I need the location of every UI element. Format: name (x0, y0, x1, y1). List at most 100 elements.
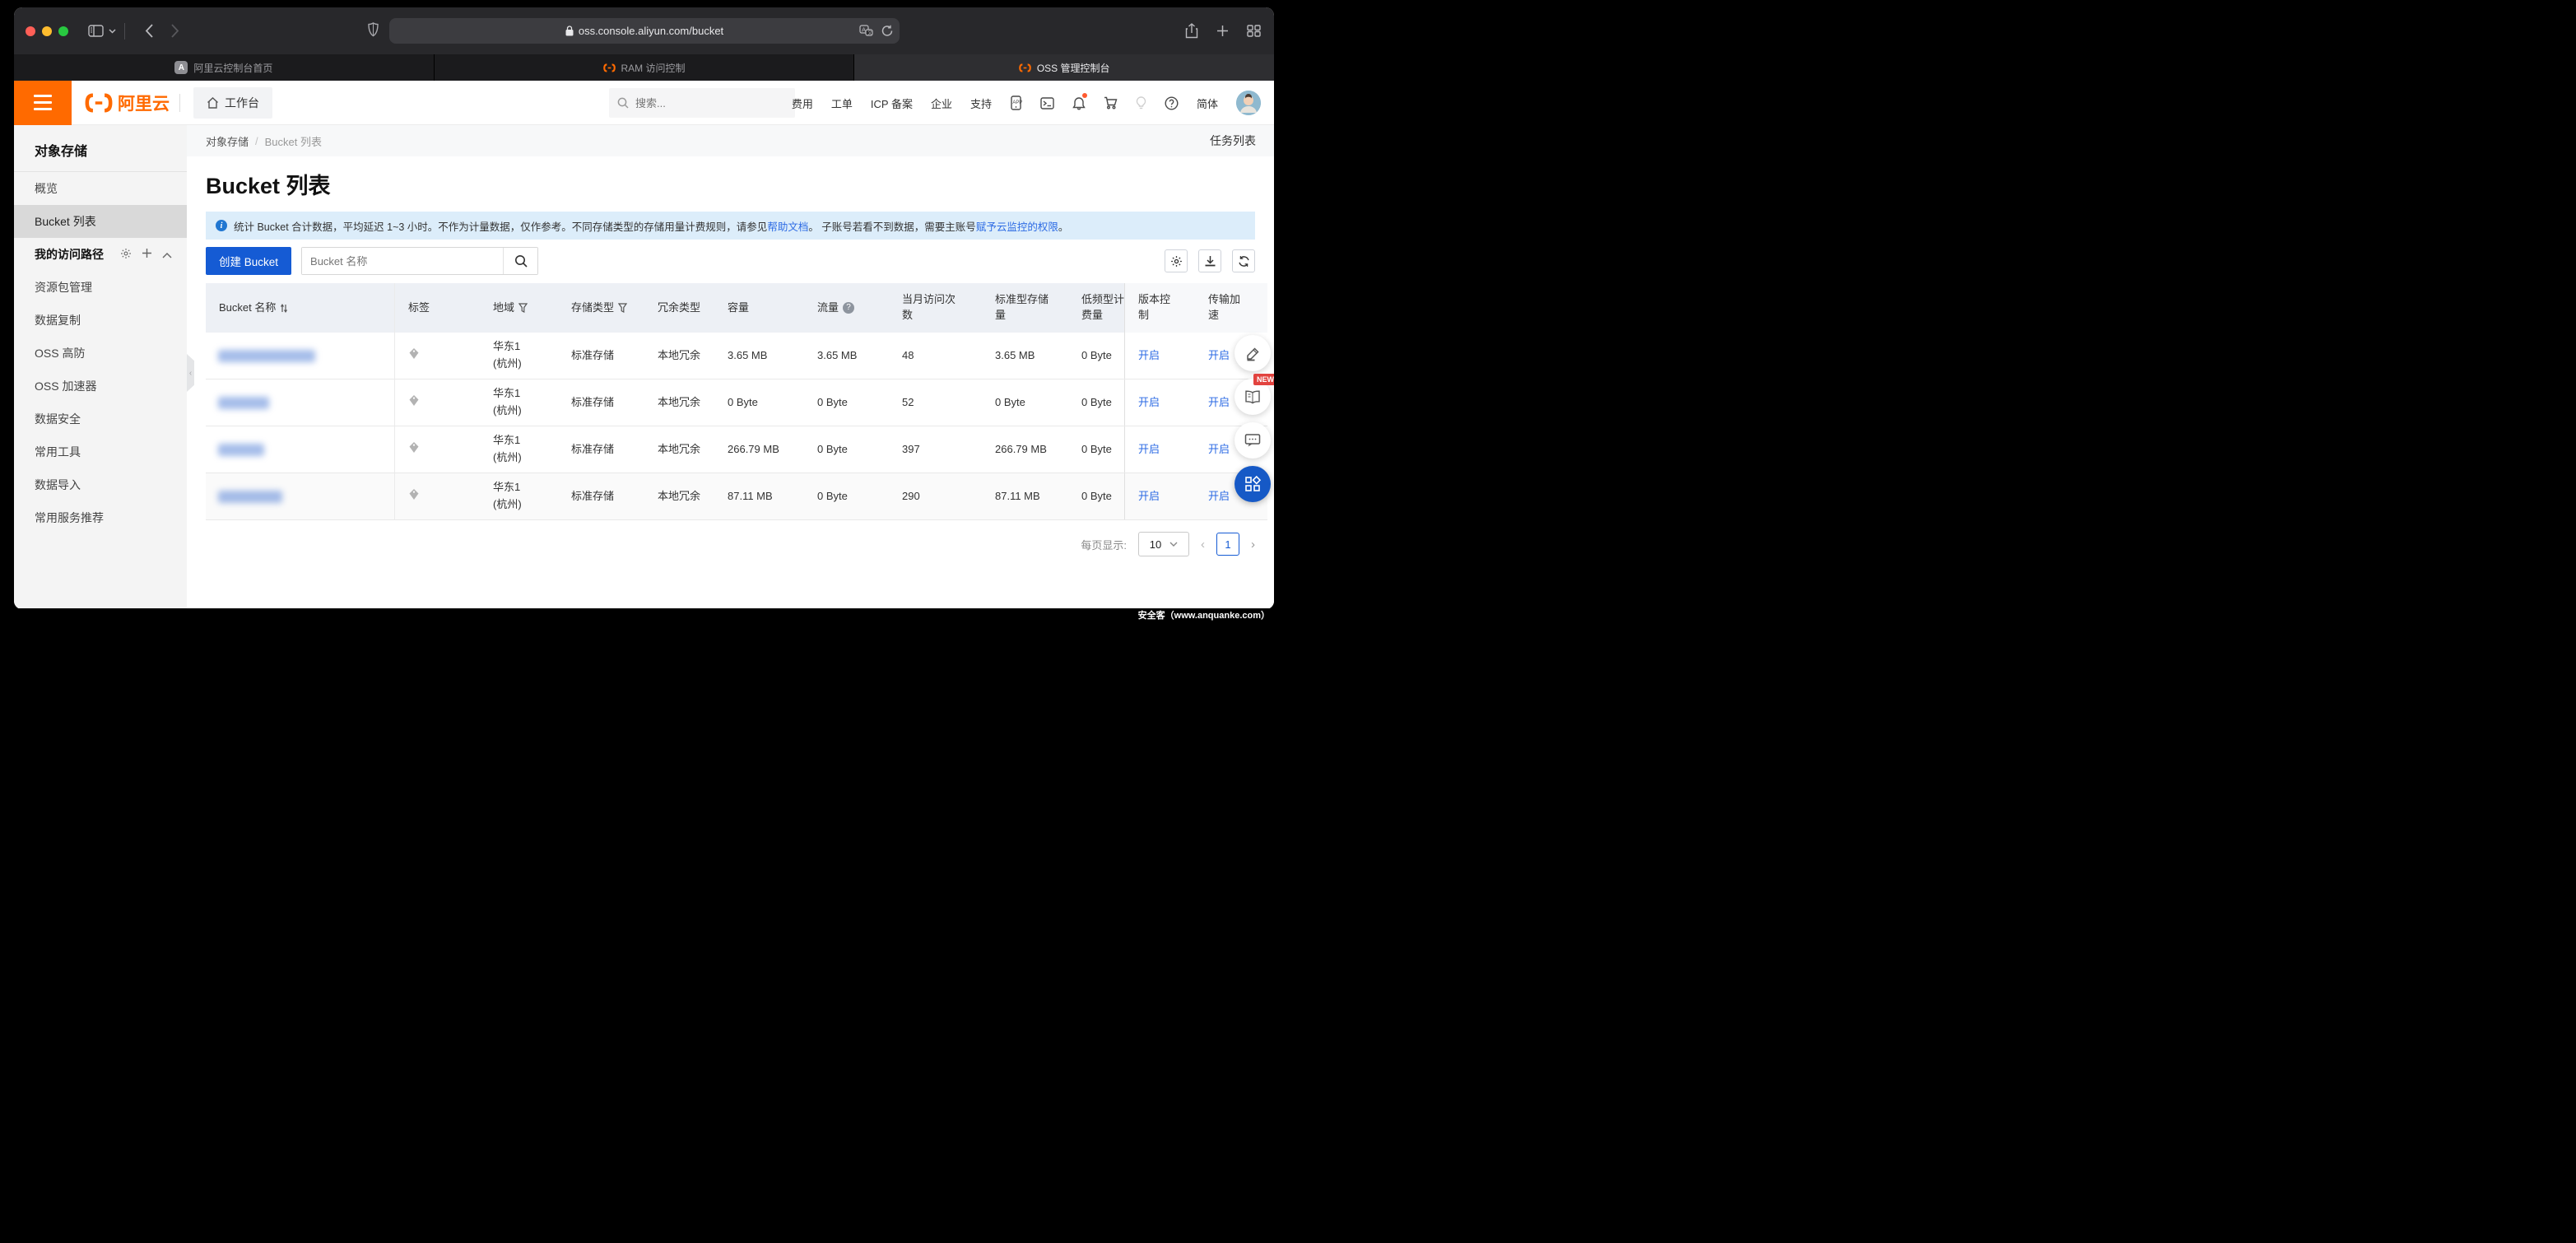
bucket-search-button[interactable] (503, 248, 538, 274)
gear-icon[interactable] (120, 248, 132, 262)
feedback-edit-button[interactable] (1235, 335, 1271, 371)
current-page-button[interactable]: 1 (1216, 533, 1239, 556)
nav-support[interactable]: 支持 (970, 95, 992, 111)
reload-icon[interactable] (881, 25, 893, 37)
avatar[interactable] (1236, 91, 1261, 115)
address-bar[interactable]: oss.console.aliyun.com/bucket A文 (389, 18, 900, 44)
bucket-table: Bucket 名称 标签 地域 存储类型 冗余类型 容量 流量 ? 当月访问次数… (206, 283, 1267, 520)
sidebar-toggle-icon[interactable] (88, 25, 104, 37)
filter-icon[interactable] (518, 303, 528, 313)
minimize-window-button[interactable] (42, 26, 52, 36)
sidebar-item-oss-accelerator[interactable]: OSS 加速器 (14, 370, 187, 403)
sidebar-item-replication[interactable]: 数据复制 (14, 304, 187, 337)
prev-page-button[interactable]: ‹ (1201, 538, 1205, 552)
tab-oss-console[interactable]: OSS 管理控制台 (854, 54, 1274, 81)
chevron-up-icon[interactable] (162, 248, 172, 261)
tag-icon[interactable] (408, 441, 420, 459)
col-transfer-accel: 传输加速 (1195, 283, 1267, 333)
zoom-window-button[interactable] (58, 26, 68, 36)
col-storage-type[interactable]: 存储类型 (558, 283, 644, 333)
docs-button[interactable]: NEW (1235, 374, 1274, 415)
filter-icon[interactable] (618, 303, 628, 313)
apps-widget-button[interactable] (1235, 466, 1271, 502)
help-icon[interactable] (1165, 95, 1179, 110)
column-settings-button[interactable] (1165, 249, 1188, 272)
new-tab-icon[interactable] (1216, 25, 1229, 37)
tag-icon[interactable] (408, 347, 420, 365)
cart-icon[interactable] (1104, 96, 1118, 109)
table-row: 华东1 (杭州) 标准存储 本地冗余 3.65 MB 3.65 MB 48 3.6… (206, 333, 1267, 379)
help-doc-link[interactable]: 帮助文档 (767, 221, 808, 233)
tab-console-home[interactable]: A 阿里云控制台首页 (14, 54, 435, 81)
bucket-name-link[interactable] (218, 349, 315, 362)
share-icon[interactable] (1185, 23, 1198, 39)
sidebar-item-overview[interactable]: 概览 (14, 172, 187, 205)
col-region[interactable]: 地域 (480, 283, 558, 333)
transfer-accel-link[interactable]: 开启 (1208, 441, 1230, 458)
version-control-link[interactable]: 开启 (1138, 394, 1160, 411)
app-header: 阿里云 工作台 费用 工单 ICP 备案 企业 支持 APP (14, 80, 1274, 125)
nav-billing[interactable]: 费用 (792, 95, 813, 111)
sidebar-item-data-security[interactable]: 数据安全 (14, 403, 187, 435)
refresh-button[interactable] (1232, 249, 1255, 272)
sidebar-item-recommend[interactable]: 常用服务推荐 (14, 501, 187, 534)
export-button[interactable] (1198, 249, 1221, 272)
sidebar-item-resource-pkg[interactable]: 资源包管理 (14, 271, 187, 304)
bucket-search-input[interactable] (302, 248, 504, 274)
version-control-link[interactable]: 开启 (1138, 441, 1160, 458)
tab-label: 阿里云控制台首页 (193, 62, 273, 74)
nav-icp[interactable]: ICP 备案 (871, 95, 913, 111)
create-bucket-button[interactable]: 创建 Bucket (206, 247, 292, 275)
hamburger-menu-button[interactable] (14, 80, 72, 125)
sidebar-chevron-icon[interactable] (109, 28, 116, 34)
global-search-input[interactable] (635, 96, 775, 109)
sidebar-item-oss-antiddos[interactable]: OSS 高防 (14, 337, 187, 370)
language-toggle[interactable]: 简体 (1197, 95, 1218, 111)
bucket-name-link[interactable] (218, 443, 264, 456)
traffic-help-icon[interactable]: ? (843, 302, 855, 314)
forward-button[interactable] (171, 24, 179, 38)
col-bucket-name[interactable]: Bucket 名称 (206, 283, 395, 333)
gear-icon (1170, 255, 1182, 267)
nav-enterprise[interactable]: 企业 (931, 95, 952, 111)
download-icon (1205, 255, 1215, 266)
tag-icon[interactable] (408, 488, 420, 505)
grant-permission-link[interactable]: 赋予云监控的权限 (976, 221, 1058, 233)
sort-icon[interactable] (280, 303, 288, 314)
tab-overview-icon[interactable] (1247, 25, 1261, 37)
transfer-accel-link[interactable]: 开启 (1208, 347, 1230, 364)
cloudshell-icon[interactable] (1040, 96, 1054, 109)
transfer-accel-link[interactable]: 开启 (1208, 394, 1230, 411)
version-control-link[interactable]: 开启 (1138, 347, 1160, 364)
col-standard-storage: 标准型存储量 (995, 293, 1049, 321)
banner-text: 。 子账号若看不到数据，需要主账号 (808, 221, 976, 233)
app-download-icon[interactable]: APP (1010, 95, 1022, 110)
per-page-select[interactable]: 10 (1138, 532, 1189, 556)
next-page-button[interactable]: › (1251, 538, 1255, 552)
lightbulb-icon[interactable] (1136, 95, 1146, 110)
version-control-link[interactable]: 开启 (1138, 488, 1160, 505)
translate-icon[interactable]: A文 (859, 25, 873, 37)
bucket-name-link[interactable] (218, 396, 269, 409)
global-search[interactable] (609, 88, 795, 118)
tab-ram[interactable]: RAM 访问控制 (435, 54, 855, 81)
sidebar-item-common-tools[interactable]: 常用工具 (14, 435, 187, 468)
privacy-shield-icon[interactable] (368, 22, 379, 41)
chat-support-button[interactable] (1235, 422, 1271, 459)
close-window-button[interactable] (26, 26, 35, 36)
plus-icon[interactable] (142, 248, 152, 261)
notifications-bell-icon[interactable] (1072, 92, 1087, 110)
task-list-link[interactable]: 任务列表 (1210, 133, 1256, 149)
aliyun-brand[interactable]: 阿里云 (85, 91, 170, 115)
sidebar-item-data-import[interactable]: 数据导入 (14, 468, 187, 501)
transfer-accel-link[interactable]: 开启 (1208, 488, 1230, 505)
tag-icon[interactable] (408, 394, 420, 412)
bucket-name-link[interactable] (218, 490, 282, 503)
sidebar-item-my-paths[interactable]: 我的访问路径 (14, 238, 187, 271)
a-badge-icon: A (174, 61, 188, 74)
sidebar-item-bucket-list[interactable]: Bucket 列表 (14, 205, 187, 238)
nav-tickets[interactable]: 工单 (831, 95, 853, 111)
workbench-button[interactable]: 工作台 (193, 86, 272, 119)
breadcrumb-root[interactable]: 对象存储 (206, 133, 249, 149)
back-button[interactable] (145, 24, 153, 38)
